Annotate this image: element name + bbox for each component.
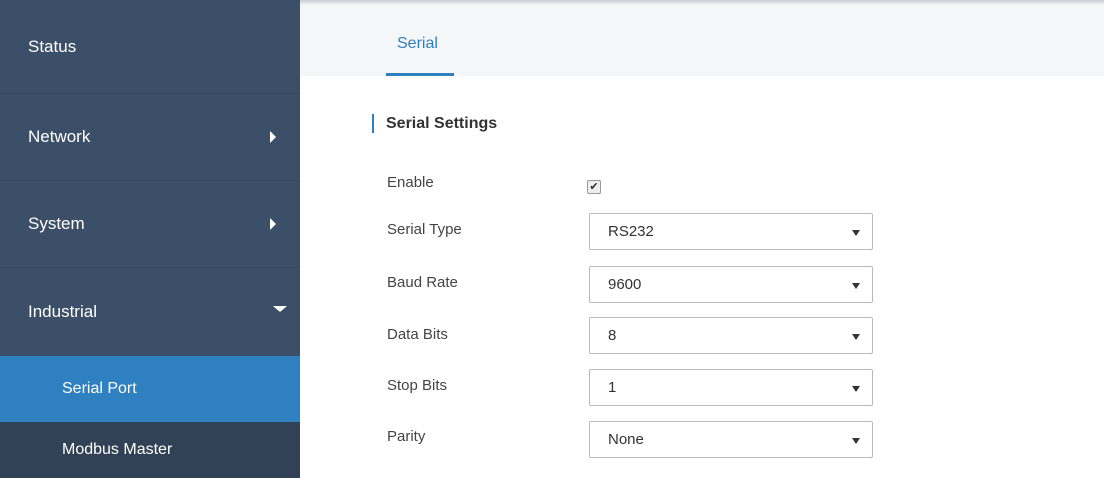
select-value: 8 [608, 327, 617, 344]
sidebar-item-system[interactable]: System [0, 181, 300, 268]
chevron-down-icon [852, 386, 860, 392]
select-value: 1 [608, 379, 617, 396]
baud-rate-select[interactable]: 9600 [589, 266, 873, 303]
stop-bits-label: Stop Bits [387, 377, 448, 394]
checkmark-icon: ✔ [589, 181, 599, 193]
chevron-down-icon [852, 438, 860, 444]
sidebar-subitem-serial-port[interactable]: Serial Port [0, 356, 300, 422]
stop-bits-select[interactable]: 1 [589, 369, 873, 406]
sidebar-item-label: Status [28, 36, 77, 56]
tab-serial[interactable]: Serial [386, 5, 454, 76]
sidebar-item-label: System [28, 214, 85, 233]
sidebar-subitem-label: Modbus Master [62, 441, 173, 458]
chevron-right-icon [270, 218, 276, 230]
chevron-down-icon [852, 283, 860, 289]
chevron-down-icon [852, 230, 860, 236]
serial-type-select[interactable]: RS232 [589, 213, 873, 250]
parity-select[interactable]: None [589, 421, 873, 458]
parity-label: Parity [387, 428, 426, 445]
sidebar: Status Network System Industrial Serial … [0, 0, 300, 478]
select-value: None [608, 431, 644, 448]
select-value: RS232 [608, 223, 654, 240]
sidebar-item-industrial[interactable]: Industrial [0, 268, 300, 356]
sidebar-item-label: Network [28, 127, 91, 146]
sidebar-subitem-label: Serial Port [62, 380, 137, 397]
tab-label: Serial [397, 35, 438, 52]
chevron-down-icon [273, 306, 287, 312]
enable-label: Enable [387, 174, 434, 191]
section-title: Serial Settings [372, 114, 497, 133]
baud-rate-label: Baud Rate [387, 274, 458, 291]
enable-checkbox[interactable]: ✔ [587, 180, 601, 194]
sidebar-item-status[interactable]: Status [0, 0, 300, 94]
chevron-right-icon [270, 131, 276, 143]
data-bits-label: Data Bits [387, 326, 448, 343]
active-tab-indicator [386, 73, 454, 76]
sidebar-item-label: Industrial [28, 302, 97, 321]
sidebar-item-network[interactable]: Network [0, 94, 300, 181]
select-value: 9600 [608, 276, 642, 293]
serial-type-label: Serial Type [387, 221, 462, 238]
data-bits-select[interactable]: 8 [589, 317, 873, 354]
sidebar-subitem-modbus-master[interactable]: Modbus Master [0, 422, 300, 478]
chevron-down-icon [852, 334, 860, 340]
tab-bar: Serial [300, 5, 1104, 76]
